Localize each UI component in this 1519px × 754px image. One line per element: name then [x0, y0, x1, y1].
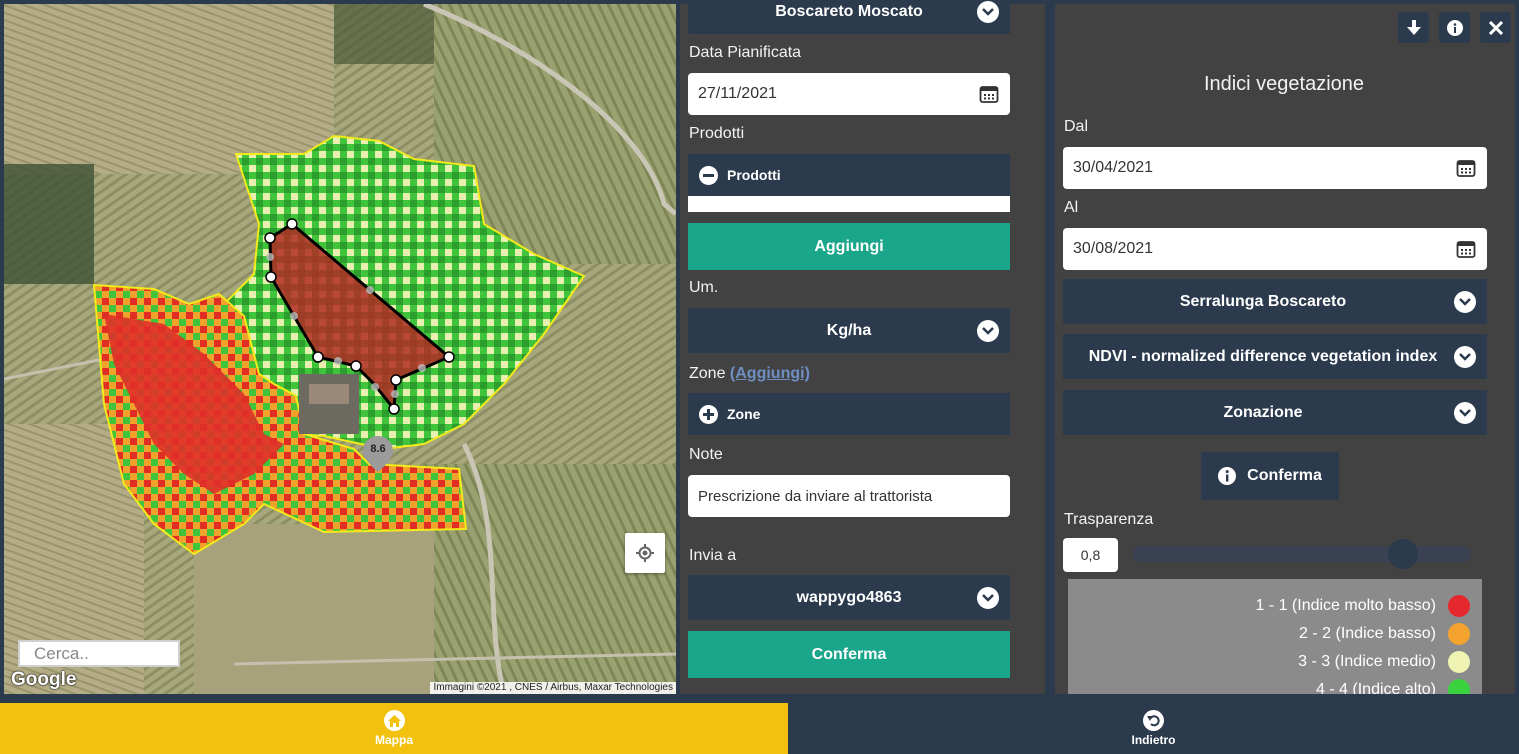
plus-icon [699, 404, 718, 424]
legend-item: 2 - 2 (Indice basso) [1299, 623, 1470, 645]
recipient-select-value: wappygo4863 [796, 588, 902, 606]
chevron-down-icon [977, 586, 999, 609]
planned-date-label: Data Pianificata [689, 44, 802, 61]
index-legend: 1 - 1 (Indice molto basso) 2 - 2 (Indice… [1068, 579, 1482, 694]
vineyard-select-value: Boscareto Moscato [775, 2, 923, 20]
to-date-value: 30/08/2021 [1073, 240, 1154, 257]
transparency-slider-thumb[interactable] [1388, 539, 1419, 569]
legend-label: 3 - 3 (Indice medio) [1298, 653, 1436, 670]
nav-map-button[interactable]: Mappa [0, 703, 788, 754]
legend-swatch [1448, 595, 1470, 617]
calendar-icon[interactable] [1456, 158, 1476, 178]
unit-select-value: Kg/ha [826, 321, 872, 339]
chevron-down-icon [1454, 290, 1476, 313]
transparency-slider[interactable] [1133, 539, 1471, 569]
marker-value: 8.6 [370, 443, 386, 455]
from-date-label: Dal [1064, 118, 1089, 135]
zones-toggle-label: Zone [727, 406, 761, 422]
calendar-icon[interactable] [1456, 239, 1476, 259]
send-to-label: Invia a [689, 547, 737, 564]
vegetation-confirm-label: Conferma [1247, 467, 1322, 484]
chevron-down-icon [977, 0, 999, 23]
chevron-down-icon [977, 319, 999, 342]
to-date-label: Al [1064, 199, 1079, 216]
info-button[interactable] [1439, 12, 1470, 43]
notes-input[interactable]: Prescrizione da inviare al trattorista [688, 475, 1010, 517]
nav-back-button[interactable]: Indietro [788, 703, 1519, 754]
info-icon [1218, 467, 1237, 485]
legend-swatch [1448, 679, 1470, 694]
add-zones-link[interactable]: (Aggiungi) [730, 365, 810, 382]
vegetation-vineyard-select[interactable]: Serralunga Boscareto [1063, 279, 1487, 324]
index-select-value: NDVI - normalized difference vegetation … [1088, 347, 1438, 365]
vegetation-vineyard-value: Serralunga Boscareto [1179, 292, 1347, 310]
zones-label-text: Zone [689, 365, 726, 382]
legend-label: 2 - 2 (Indice basso) [1299, 625, 1436, 642]
app-root: 8.6 Cerca.. Google Immagini ©2021 , CNES… [0, 0, 1519, 754]
confirm-plan-button[interactable]: Conferma [688, 631, 1010, 678]
planning-panel: Boscareto Moscato Data Pianificata 27/11… [680, 0, 1045, 694]
from-date-value: 30/04/2021 [1073, 159, 1154, 176]
unit-select[interactable]: Kg/ha [688, 308, 1010, 353]
unit-label: Um. [689, 279, 719, 296]
zones-toggle[interactable]: Zone [688, 393, 1010, 435]
vegetation-panel: Indici vegetazione Dal 30/04/2021 Al 30/… [1055, 4, 1515, 694]
home-icon [383, 710, 405, 731]
legend-label: 1 - 1 (Indice molto basso) [1255, 597, 1436, 614]
chevron-down-icon [1454, 401, 1476, 424]
satellite-imagery [4, 4, 676, 694]
map-search-input[interactable]: Cerca.. [18, 640, 180, 667]
chevron-down-icon [1454, 345, 1476, 368]
products-toggle-label: Prodotti [727, 167, 781, 183]
notes-label: Note [689, 446, 723, 463]
index-marker[interactable]: 8.6 [363, 436, 393, 472]
recipient-select[interactable]: wappygo4863 [688, 575, 1010, 620]
to-date-input[interactable]: 30/08/2021 [1063, 228, 1487, 270]
legend-swatch [1448, 651, 1470, 673]
google-logo: Google [11, 669, 77, 690]
mode-select[interactable]: Zonazione [1063, 390, 1487, 435]
nav-back-label: Indietro [1131, 733, 1176, 747]
map-attribution: Immagini ©2021 , CNES / Airbus, Maxar Te… [430, 682, 676, 694]
transparency-label: Trasparenza [1064, 511, 1154, 528]
transparency-value-input[interactable]: 0,8 [1063, 538, 1118, 572]
download-button[interactable] [1398, 12, 1429, 43]
planned-date-value: 27/11/2021 [698, 85, 777, 102]
vegetation-title: Indici vegetazione [1203, 73, 1365, 95]
vegetation-confirm-button[interactable]: Conferma [1201, 452, 1339, 500]
mode-select-value: Zonazione [1223, 403, 1303, 421]
info-icon [1446, 19, 1463, 36]
index-select[interactable]: NDVI - normalized difference vegetation … [1063, 334, 1487, 379]
legend-item: 4 - 4 (Indice alto) [1316, 679, 1470, 694]
notes-value: Prescrizione da inviare al trattorista [698, 487, 933, 505]
zones-label: Zone (Aggiungi) [689, 365, 810, 383]
vineyard-select[interactable]: Boscareto Moscato [688, 0, 1010, 34]
satellite-map[interactable]: 8.6 Cerca.. Google Immagini ©2021 , CNES… [4, 4, 676, 694]
products-toggle[interactable]: Prodotti [688, 154, 1010, 196]
from-date-input[interactable]: 30/04/2021 [1063, 147, 1487, 189]
nav-map-label: Mappa [374, 733, 413, 747]
add-product-button[interactable]: Aggiungi [688, 223, 1010, 270]
undo-icon [1143, 710, 1164, 731]
arrow-down-icon [1406, 19, 1421, 35]
legend-label: 4 - 4 (Indice alto) [1315, 681, 1436, 694]
products-label: Prodotti [689, 125, 745, 142]
legend-swatch [1448, 623, 1470, 645]
close-icon [1488, 20, 1503, 35]
minus-icon [699, 165, 718, 185]
products-list [688, 196, 1010, 212]
calendar-icon[interactable] [979, 84, 999, 104]
locate-button[interactable] [625, 533, 665, 573]
close-button[interactable] [1480, 12, 1511, 43]
legend-item: 1 - 1 (Indice molto basso) [1255, 595, 1470, 617]
legend-item: 3 - 3 (Indice medio) [1298, 651, 1470, 673]
crosshair-icon [636, 544, 654, 562]
planned-date-input[interactable]: 27/11/2021 [688, 73, 1010, 115]
